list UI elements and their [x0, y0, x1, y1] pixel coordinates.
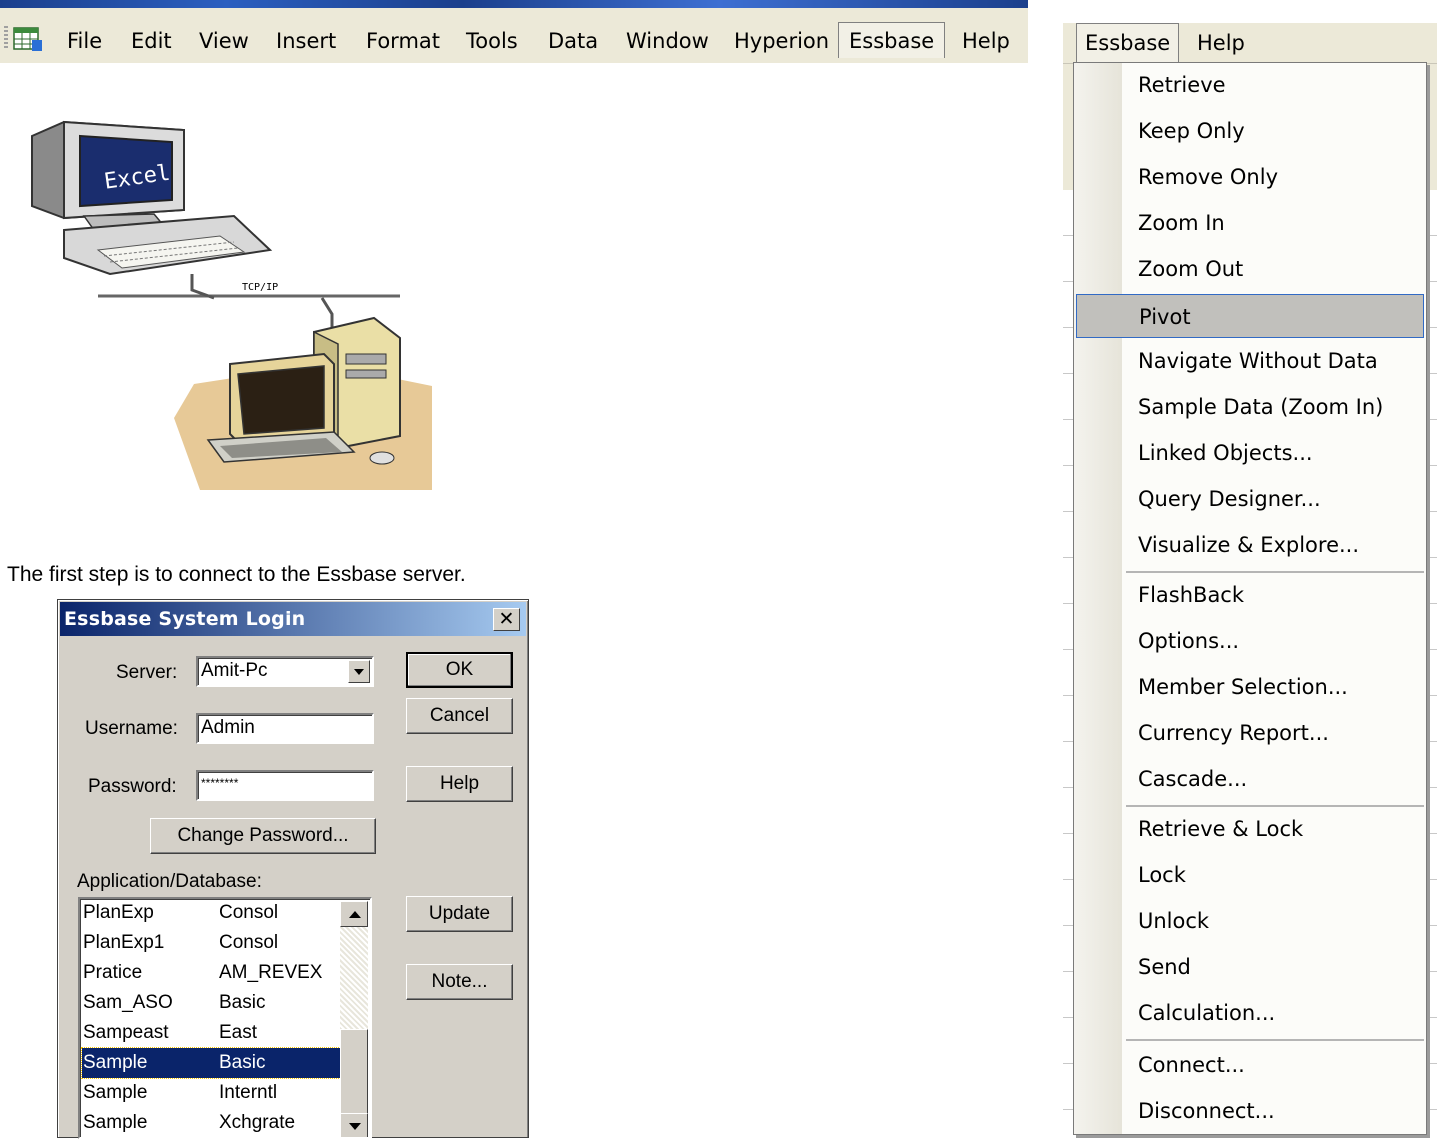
menu-format[interactable]: Format [366, 28, 440, 54]
tcpip-label: TCP/IP [242, 282, 278, 293]
dialog-titlebar[interactable]: Essbase System Login ✕ [60, 602, 526, 636]
username-label: Username: [85, 718, 178, 739]
menu-hyperion[interactable]: Hyperion [734, 28, 829, 54]
window-title-strip [0, 0, 1028, 8]
menu-essbase[interactable]: Essbase [1076, 23, 1180, 63]
change-password-button[interactable]: Change Password... [150, 818, 376, 854]
essbase-menu-panel: Essbase Help Retrieve Keep Only Remove O… [1063, 0, 1437, 1138]
close-icon: ✕ [498, 608, 515, 630]
menu-item-cascade[interactable]: Cascade... [1074, 757, 1426, 801]
help-button[interactable]: Help [406, 766, 513, 802]
menu-item-visualize-explore[interactable]: Visualize & Explore... [1074, 523, 1426, 567]
menu-item-currency-report[interactable]: Currency Report... [1074, 711, 1426, 755]
menu-item-lock[interactable]: Lock [1074, 853, 1426, 897]
toolbar-grip[interactable] [4, 26, 8, 50]
app-database-list[interactable]: PlanExp Consol PlanExp1 Consol Pratice AM_R… [78, 897, 372, 1139]
menu-data[interactable]: Data [548, 28, 598, 54]
menu-tools[interactable]: Tools [466, 28, 518, 54]
password-label: Password: [88, 776, 177, 797]
username-value: Admin [201, 717, 255, 738]
menu-separator [1126, 1039, 1424, 1041]
server-combobox[interactable]: Amit-Pc [196, 656, 374, 687]
menu-item-navigate-without-data[interactable]: Navigate Without Data [1074, 339, 1426, 383]
scroll-down-icon[interactable] [340, 1113, 368, 1137]
menu-item-connect[interactable]: Connect... [1074, 1043, 1426, 1087]
menu-item-retrieve[interactable]: Retrieve [1074, 63, 1426, 107]
note-button[interactable]: Note... [406, 964, 513, 1000]
list-item[interactable]: Sample Interntl [82, 1078, 342, 1108]
menu-insert[interactable]: Insert [276, 28, 336, 54]
menu-item-sample-data[interactable]: Sample Data (Zoom In) [1074, 385, 1426, 429]
menu-item-member-selection[interactable]: Member Selection... [1074, 665, 1426, 709]
list-item[interactable]: PlanExp1 Consol [82, 928, 342, 958]
server-value: Amit-Pc [201, 660, 268, 681]
password-value: ******** [201, 776, 239, 790]
cancel-button[interactable]: Cancel [406, 698, 513, 734]
server-label: Server: [116, 662, 178, 683]
excel-menu-bar: File Edit View Insert Format Tools Data … [0, 0, 1028, 63]
menu-item-zoom-out[interactable]: Zoom Out [1074, 247, 1426, 291]
menu-item-retrieve-lock[interactable]: Retrieve & Lock [1074, 807, 1426, 851]
client-computer-icon: Excel [31, 120, 273, 276]
list-item[interactable]: Sampeast East [82, 1018, 342, 1048]
dialog-title: Essbase System Login [64, 608, 306, 630]
menu-item-calculation[interactable]: Calculation... [1074, 991, 1426, 1035]
menu-file[interactable]: File [67, 28, 102, 54]
menu-view[interactable]: View [199, 28, 249, 54]
menu-item-remove-only[interactable]: Remove Only [1074, 155, 1426, 199]
list-item[interactable]: Sample Xchgrate [82, 1108, 342, 1137]
menu-item-unlock[interactable]: Unlock [1074, 899, 1426, 943]
menu-item-query-designer[interactable]: Query Designer... [1074, 477, 1426, 521]
essbase-dropdown-menu: Retrieve Keep Only Remove Only Zoom In Z… [1073, 62, 1427, 1135]
chevron-down-icon[interactable] [348, 660, 370, 683]
menu-item-disconnect[interactable]: Disconnect... [1074, 1089, 1426, 1133]
essbase-login-dialog: Essbase System Login ✕ Server: Amit-Pc U… [57, 599, 529, 1139]
ok-button[interactable]: OK [406, 652, 513, 688]
menu-item-zoom-in[interactable]: Zoom In [1074, 201, 1426, 245]
list-scrollbar[interactable] [340, 901, 368, 1137]
close-button[interactable]: ✕ [493, 608, 520, 631]
menu-item-options[interactable]: Options... [1074, 619, 1426, 663]
network-illustration: Excel TCP/IP [31, 120, 432, 490]
list-item[interactable]: Pratice AM_REVEX [82, 958, 342, 988]
instruction-caption: The first step is to connect to the Essb… [7, 563, 466, 586]
menu-help[interactable]: Help [1197, 28, 1245, 58]
menu-item-linked-objects[interactable]: Linked Objects... [1074, 431, 1426, 475]
list-item[interactable]: PlanExp Consol [82, 899, 342, 928]
scroll-thumb[interactable] [340, 1029, 368, 1125]
list-item-selected[interactable]: Sample Basic [81, 1047, 343, 1079]
menu-item-send[interactable]: Send [1074, 945, 1426, 989]
password-field[interactable]: ******** [196, 770, 374, 801]
excel-document-icon[interactable] [12, 26, 44, 52]
server-computer-icon [174, 316, 432, 490]
menu-window[interactable]: Window [626, 28, 709, 54]
menu-item-keep-only[interactable]: Keep Only [1074, 109, 1426, 153]
menu-edit[interactable]: Edit [131, 28, 172, 54]
list-item[interactable]: Sam_ASO Basic [82, 988, 342, 1018]
menu-help[interactable]: Help [962, 28, 1010, 54]
menu-item-flashback[interactable]: FlashBack [1074, 573, 1426, 617]
app-database-label: Application/Database: [77, 871, 262, 892]
scroll-up-icon[interactable] [340, 901, 368, 927]
menu-essbase[interactable]: Essbase [838, 22, 946, 58]
username-field[interactable]: Admin [196, 713, 374, 744]
menu-item-pivot[interactable]: Pivot [1076, 294, 1424, 338]
update-button[interactable]: Update [406, 896, 513, 932]
